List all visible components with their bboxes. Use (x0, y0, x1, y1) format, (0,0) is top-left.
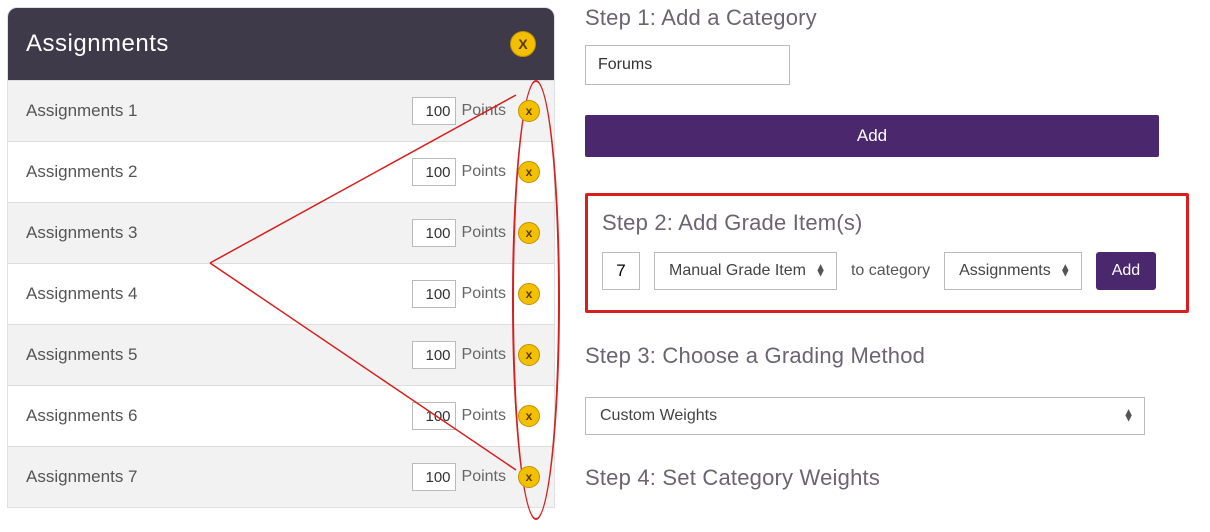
assignment-name: Assignments 1 (26, 101, 138, 121)
points-input[interactable] (412, 280, 456, 308)
step4-heading: Step 4: Set Category Weights (585, 465, 1190, 491)
assignment-name: Assignments 2 (26, 162, 138, 182)
assignment-row: Assignments 1 Pointsx (8, 80, 554, 141)
points-label: Points (462, 224, 506, 242)
assignment-row-controls: Pointsx (412, 219, 540, 247)
assignment-name: Assignments 5 (26, 345, 138, 365)
step1-section: Step 1: Add a Category Add (585, 5, 1190, 157)
target-category-value: Assignments (959, 262, 1051, 280)
assignment-list: Assignments 1PointsxAssignments 2Pointsx… (8, 80, 554, 507)
grade-item-count-input[interactable] (602, 252, 640, 290)
to-category-label: to category (851, 262, 930, 280)
assignment-row: Assignments 6 Pointsx (8, 385, 554, 446)
assignment-name: Assignments 6 (26, 406, 138, 426)
grading-method-select[interactable]: Custom Weights ▲▼ (585, 397, 1145, 435)
grading-method-value: Custom Weights (600, 407, 717, 425)
delete-assignment-button[interactable]: x (518, 405, 540, 427)
delete-assignment-button[interactable]: x (518, 283, 540, 305)
delete-assignment-button[interactable]: x (518, 161, 540, 183)
caret-icon: ▲▼ (1123, 411, 1134, 422)
points-input[interactable] (412, 402, 456, 430)
steps-panel: Step 1: Add a Category Add Step 2: Add G… (585, 5, 1190, 505)
category-header: Assignments X (8, 8, 554, 80)
delete-category-button[interactable]: X (510, 31, 536, 57)
assignment-row-controls: Pointsx (412, 280, 540, 308)
grade-item-type-select[interactable]: Manual Grade Item ▲▼ (654, 252, 837, 290)
grade-item-type-value: Manual Grade Item (669, 262, 806, 280)
points-label: Points (462, 468, 506, 486)
step3-section: Step 3: Choose a Grading Method Custom W… (585, 343, 1190, 435)
target-category-select[interactable]: Assignments ▲▼ (944, 252, 1082, 290)
points-input[interactable] (412, 158, 456, 186)
assignment-row-controls: Pointsx (412, 158, 540, 186)
points-label: Points (462, 407, 506, 425)
assignment-row-controls: Pointsx (412, 402, 540, 430)
assignments-panel: Assignments X Assignments 1PointsxAssign… (7, 7, 555, 508)
category-name-input[interactable] (585, 45, 790, 85)
step4-section: Step 4: Set Category Weights (585, 465, 1190, 491)
points-input[interactable] (412, 341, 456, 369)
assignment-row: Assignments 4 Pointsx (8, 263, 554, 324)
points-label: Points (462, 102, 506, 120)
delete-assignment-button[interactable]: x (518, 344, 540, 366)
add-category-button[interactable]: Add (585, 115, 1159, 157)
add-grade-item-button[interactable]: Add (1096, 252, 1156, 290)
step2-controls: Manual Grade Item ▲▼ to category Assignm… (602, 252, 1172, 290)
points-input[interactable] (412, 97, 456, 125)
points-label: Points (462, 346, 506, 364)
delete-assignment-button[interactable]: x (518, 222, 540, 244)
step3-heading: Step 3: Choose a Grading Method (585, 343, 1190, 369)
assignment-name: Assignments 3 (26, 223, 138, 243)
delete-assignment-button[interactable]: x (518, 100, 540, 122)
assignment-name: Assignments 7 (26, 467, 138, 487)
step2-section: Step 2: Add Grade Item(s) Manual Grade I… (585, 193, 1189, 313)
assignment-name: Assignments 4 (26, 284, 138, 304)
assignment-row: Assignments 3 Pointsx (8, 202, 554, 263)
assignment-row: Assignments 7 Pointsx (8, 446, 554, 507)
assignment-row: Assignments 5 Pointsx (8, 324, 554, 385)
points-input[interactable] (412, 219, 456, 247)
assignment-row-controls: Pointsx (412, 463, 540, 491)
assignment-row-controls: Pointsx (412, 341, 540, 369)
points-label: Points (462, 285, 506, 303)
assignment-row-controls: Pointsx (412, 97, 540, 125)
assignment-row: Assignments 2 Pointsx (8, 141, 554, 202)
points-input[interactable] (412, 463, 456, 491)
step2-heading: Step 2: Add Grade Item(s) (602, 210, 1172, 236)
caret-icon: ▲▼ (1060, 266, 1071, 277)
step1-heading: Step 1: Add a Category (585, 5, 1190, 31)
caret-icon: ▲▼ (815, 266, 826, 277)
category-title: Assignments (26, 30, 169, 58)
points-label: Points (462, 163, 506, 181)
delete-assignment-button[interactable]: x (518, 466, 540, 488)
